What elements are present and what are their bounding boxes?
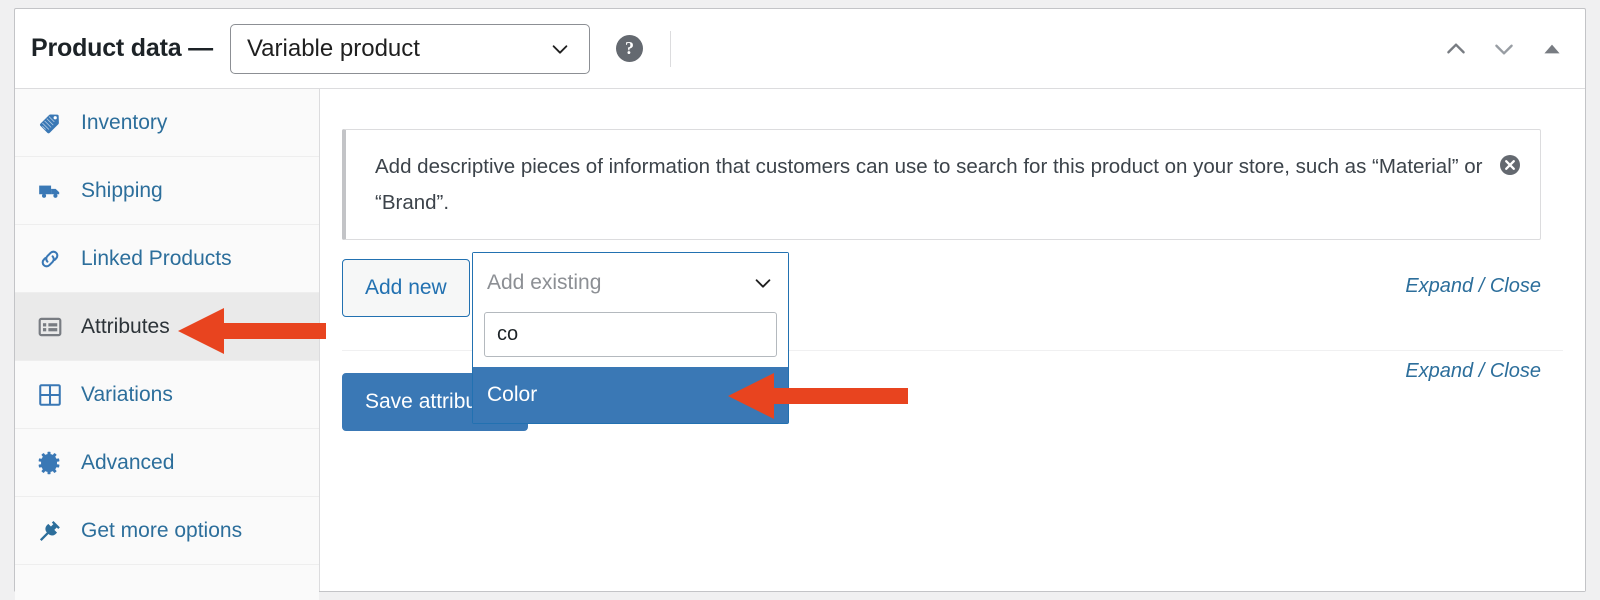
chevron-up-icon[interactable] [1443, 36, 1469, 62]
link-chain-icon [37, 246, 63, 272]
attributes-help-notice: Add descriptive pieces of information th… [342, 129, 1541, 240]
sidebar-item-variations[interactable]: Variations [15, 361, 319, 429]
screenshot-root: Product data — Variable product ? [0, 0, 1600, 600]
expand-close-separator: / [1473, 275, 1490, 297]
metabox-header-controls [1443, 36, 1565, 62]
expand-close-separator: / [1473, 360, 1490, 382]
expand-link[interactable]: Expand [1405, 360, 1473, 382]
product-data-tabs-sidebar: Inventory Shipping L [15, 89, 320, 591]
sidebar-item-label: Get more options [81, 519, 242, 543]
plug-icon [37, 518, 63, 544]
attribute-search-wrapper [473, 312, 788, 367]
sidebar-item-get-more-options[interactable]: Get more options [15, 497, 319, 565]
sidebar-item-label: Variations [81, 383, 173, 407]
expand-link[interactable]: Expand [1405, 275, 1473, 297]
attribute-search-results: Color [473, 367, 788, 423]
chevron-down-icon [549, 38, 571, 60]
sidebar-item-label: Linked Products [81, 247, 232, 271]
close-circle-icon[interactable] [1498, 153, 1522, 177]
inventory-tag-icon [37, 110, 63, 136]
sidebar-item-label: Attributes [81, 315, 170, 339]
sidebar-item-shipping[interactable]: Shipping [15, 157, 319, 225]
close-link[interactable]: Close [1490, 275, 1541, 297]
expand-close-links-bottom: Expand / Close [1405, 360, 1541, 383]
sidebar-item-label: Shipping [81, 179, 163, 203]
close-link[interactable]: Close [1490, 360, 1541, 382]
metabox-header: Product data — Variable product ? [15, 9, 1585, 89]
chevron-down-icon[interactable] [1491, 36, 1517, 62]
product-data-metabox: Product data — Variable product ? [14, 8, 1586, 592]
chevron-down-icon [752, 272, 774, 294]
expand-close-links-top: Expand / Close [1405, 275, 1541, 298]
sidebar-filler [15, 565, 319, 600]
shipping-truck-icon [37, 178, 63, 204]
add-existing-placeholder: Add existing [487, 271, 601, 295]
attribute-search-input[interactable] [484, 312, 777, 357]
attributes-list-icon [37, 314, 63, 340]
sidebar-item-label: Inventory [81, 111, 167, 135]
sidebar-item-attributes[interactable]: Attributes [15, 293, 319, 361]
page-title: Product data — [31, 34, 213, 63]
triangle-up-icon[interactable] [1539, 36, 1565, 62]
metabox-body: Inventory Shipping L [15, 89, 1585, 591]
question-mark-circle-icon[interactable]: ? [616, 35, 643, 62]
sidebar-item-advanced[interactable]: Advanced [15, 429, 319, 497]
gear-icon [37, 450, 63, 476]
add-existing-select-box[interactable]: Add existing [473, 253, 788, 312]
add-existing-attribute-dropdown[interactable]: Add existing Color [472, 252, 789, 424]
sidebar-item-label: Advanced [81, 451, 174, 475]
header-divider [670, 31, 671, 67]
product-type-select[interactable]: Variable product [230, 24, 590, 74]
attribute-option-color[interactable]: Color [473, 367, 788, 423]
variations-grid-icon [37, 382, 63, 408]
product-type-value: Variable product [247, 35, 420, 63]
sidebar-item-inventory[interactable]: Inventory [15, 89, 319, 157]
sidebar-item-linked-products[interactable]: Linked Products [15, 225, 319, 293]
add-new-attribute-button[interactable]: Add new [342, 259, 470, 317]
notice-text: Add descriptive pieces of information th… [375, 149, 1484, 221]
